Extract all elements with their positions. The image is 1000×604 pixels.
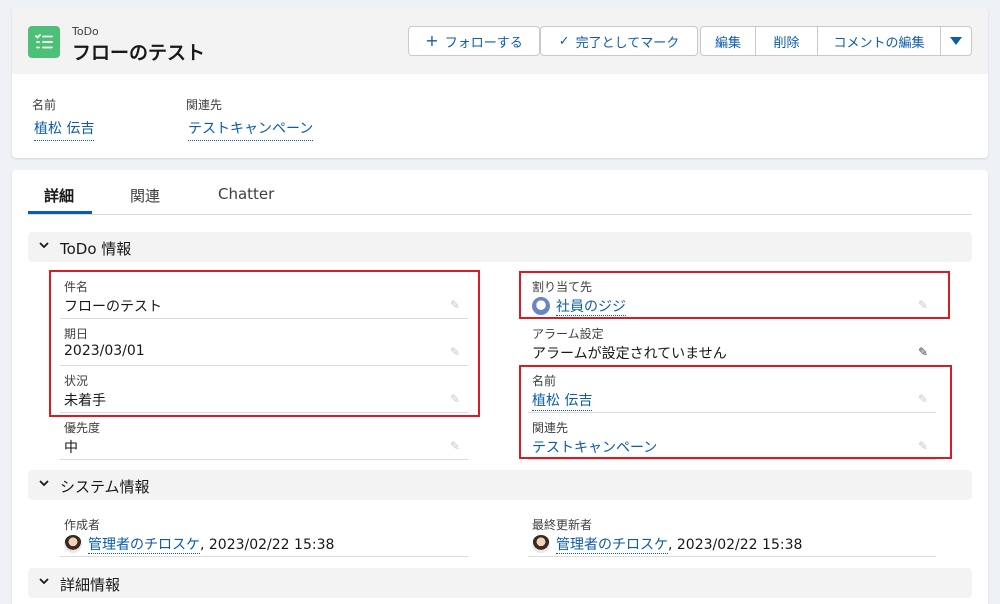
chevron-down-icon [38,477,50,493]
check-icon: ✓ [558,33,570,49]
edit-button[interactable]: 編集 [700,26,756,56]
modified-date: , 2023/02/22 15:38 [668,537,803,553]
avatar [64,535,82,553]
chevron-down-icon [38,239,50,255]
priority-value: 中 [64,440,78,456]
record-header-bar: ToDo フローのテスト + フォローする ✓ 完了としてマーク 編集 削除 コ… [12,8,988,74]
last-modified-label: 最終更新者 [532,518,593,532]
follow-button[interactable]: + フォローする [408,26,540,56]
detail-info-section-title: 詳細情報 [60,576,121,594]
highlight-box [519,271,950,319]
priority-field: 優先度 中 ✎ [60,413,468,460]
active-tab-indicator [28,211,92,214]
chevron-down-icon [38,575,50,591]
task-list-icon [28,26,60,58]
pencil-icon[interactable]: ✎ [450,439,460,453]
pencil-icon[interactable]: ✎ [918,345,928,359]
last-modified-user-link[interactable]: 管理者のチロスケ [556,537,668,554]
system-info-section-header[interactable]: システム情報 [28,470,972,500]
record-header: ToDo フローのテスト + フォローする ✓ 完了としてマーク 編集 削除 コ… [12,8,988,158]
last-modified-value: 管理者のチロスケ, 2023/02/22 15:38 [532,534,802,554]
todo-info-section-title: ToDo 情報 [60,240,132,258]
alarm-value: アラームが設定されていません [532,346,727,362]
detail-info-section-header[interactable]: 詳細情報 [28,568,972,598]
record-title: フローのテスト [72,42,206,64]
avatar [532,535,550,553]
created-date: , 2023/02/22 15:38 [200,537,335,553]
created-by-label: 作成者 [64,518,101,532]
highlight-box [49,270,480,417]
created-by-user-link[interactable]: 管理者のチロスケ [88,537,200,554]
delete-button[interactable]: 削除 [755,26,818,56]
highlight-name-label: 名前 [32,98,57,112]
alarm-field: アラーム設定 アラームが設定されていません ✎ [528,319,936,366]
mark-complete-label: 完了としてマーク [575,35,680,51]
last-modified-field: 最終更新者 管理者のチロスケ, 2023/02/22 15:38 [528,510,936,557]
follow-button-label: フォローする [444,35,523,51]
tab-chatter[interactable]: Chatter [218,185,274,203]
todo-info-section-header[interactable]: ToDo 情報 [28,232,972,262]
mark-complete-button[interactable]: ✓ 完了としてマーク [540,26,698,56]
alarm-label: アラーム設定 [532,327,604,341]
record-detail-card: 詳細 関連 Chatter ToDo 情報 件名 フローのテスト ✎ 期日 20… [12,170,988,604]
highlight-related-link[interactable]: テストキャンペーン [188,118,314,141]
edit-comment-button[interactable]: コメントの編集 [817,26,941,56]
highlight-box [519,365,952,459]
plus-icon: + [425,31,439,50]
more-actions-button[interactable] [940,26,972,56]
chevron-down-icon [950,34,962,49]
tab-details[interactable]: 詳細 [44,185,74,206]
priority-label: 優先度 [64,421,101,435]
highlight-name-link[interactable]: 植松 伝吉 [34,118,95,141]
object-type-label: ToDo [72,25,99,38]
created-by-field: 作成者 管理者のチロスケ, 2023/02/22 15:38 [60,510,468,557]
tab-bar: 詳細 関連 Chatter [28,170,972,215]
created-by-value: 管理者のチロスケ, 2023/02/22 15:38 [64,534,334,554]
system-info-section-title: システム情報 [60,478,150,496]
highlight-related-label: 関連先 [186,98,223,112]
tab-related[interactable]: 関連 [130,185,160,206]
